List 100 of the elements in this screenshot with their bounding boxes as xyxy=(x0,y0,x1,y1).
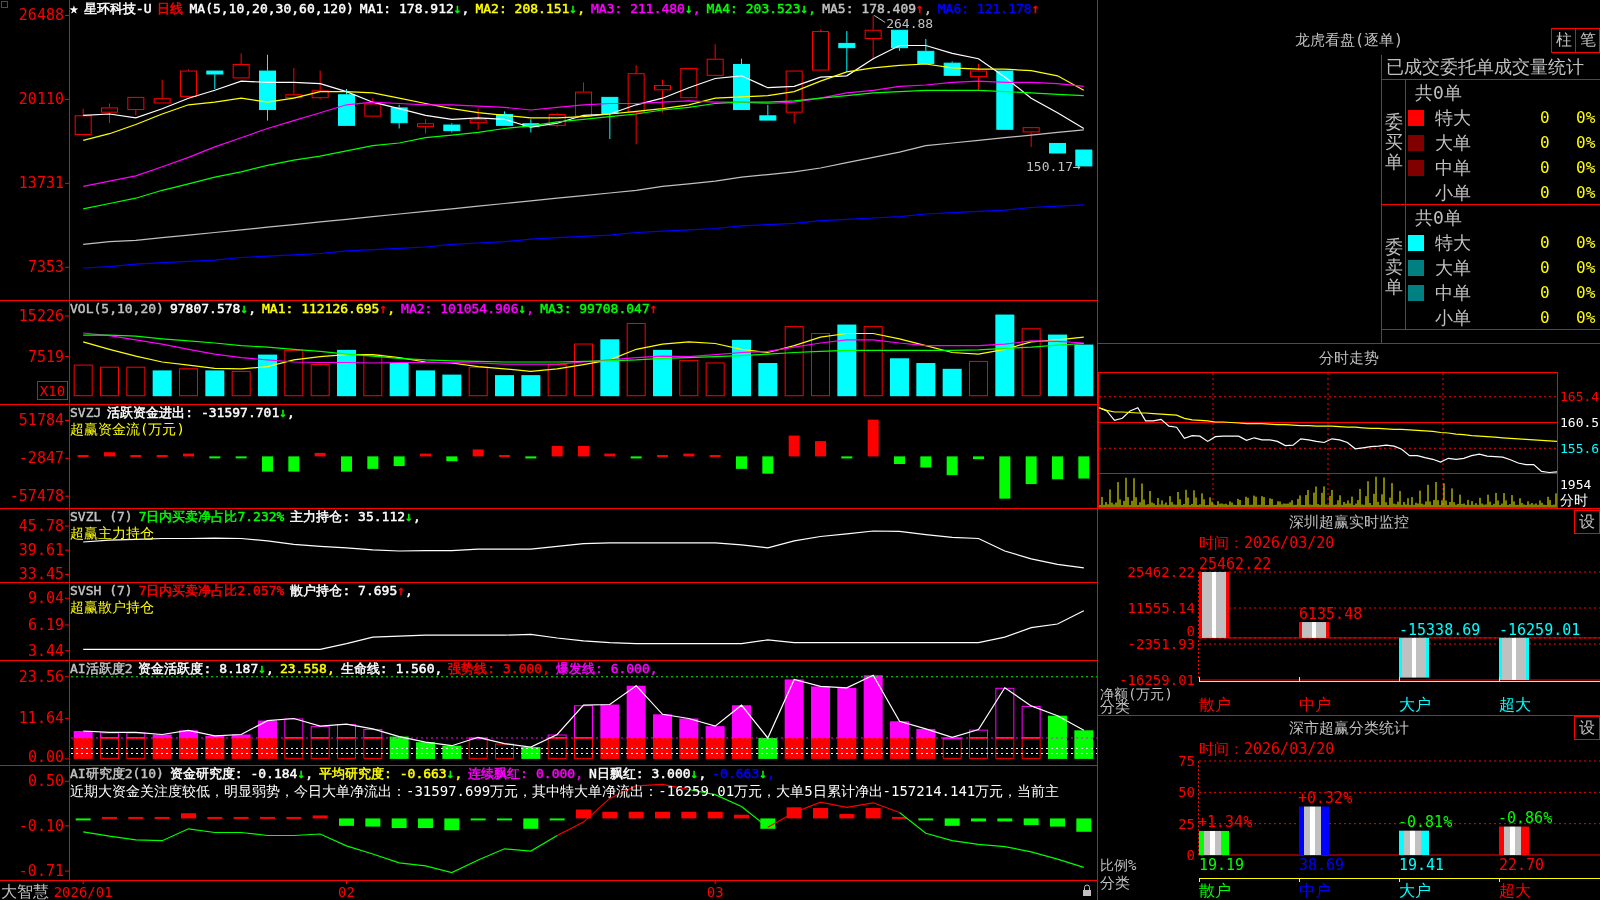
legend-separator: , xyxy=(698,766,707,782)
date-label: 03 xyxy=(706,884,724,900)
order-count: 0 xyxy=(1540,108,1550,127)
panel-title: 深圳超赢实时监控 xyxy=(1289,512,1409,533)
change-label: +1.34% xyxy=(1198,812,1253,831)
y-axis-label: 155.6 xyxy=(1560,440,1600,456)
legend-separator: , xyxy=(808,1,817,17)
legend-label: 活跃资金进出: -31597.701 xyxy=(107,405,280,421)
order-size-label: 特大 xyxy=(1434,105,1471,130)
category-label: 散户 xyxy=(1199,694,1231,714)
legend-label: 23.558, xyxy=(279,661,335,677)
category-label: 大户 xyxy=(1399,694,1431,714)
y-axis-label: -16259.01 xyxy=(1119,672,1195,688)
order-percent: 0% xyxy=(1576,308,1596,327)
y-axis-label: 15226 xyxy=(18,307,64,325)
legend-label: MA1: 178.912 xyxy=(359,1,454,17)
y-axis-label: 20110 xyxy=(18,90,64,109)
order-percent: 0% xyxy=(1576,158,1596,177)
legend-separator: , xyxy=(387,301,396,317)
date-label: 02 xyxy=(338,884,355,900)
data-label: -16259.01 xyxy=(1499,620,1581,639)
order-size-label: 小单 xyxy=(1434,305,1471,330)
y-axis-label: 45.78 xyxy=(18,517,64,535)
trend-arrow: ↓ xyxy=(446,766,455,782)
order-size-label: 中单 xyxy=(1434,155,1471,180)
legend-label: 资金研究度: -0.184 xyxy=(169,766,298,782)
group-label: 委买单 xyxy=(1384,112,1403,172)
trend-arrow: ↓ xyxy=(240,301,249,317)
trend-arrow: ↓ xyxy=(297,766,306,782)
trend-arrow: ↑ xyxy=(397,583,406,599)
category-label: 大户 xyxy=(1399,880,1431,900)
legend-label: MA5: 178.409 xyxy=(822,1,917,17)
high-price-label: 264.88 xyxy=(886,15,934,31)
order-total: 共0单 xyxy=(1415,205,1462,230)
order-count: 0 xyxy=(1540,133,1550,152)
trend-arrow: ↑ xyxy=(916,1,924,17)
panel-title: 深市超赢分类统计 xyxy=(1289,718,1409,739)
legend-label: 星环科技-U xyxy=(83,1,152,17)
legend-label: 7日内买卖净占比7.232% xyxy=(138,509,285,525)
order-total: 共0单 xyxy=(1415,80,1462,105)
order-percent: 0% xyxy=(1576,133,1596,152)
order-percent: 0% xyxy=(1576,108,1596,127)
legend-separator: , xyxy=(248,301,257,317)
legend-label: MA(5,10,20,30,60,120) xyxy=(189,1,354,17)
indicator-subtitle: 超赢主力持仓 xyxy=(70,525,154,541)
data-label: -15338.69 xyxy=(1399,620,1481,639)
y-axis-label: 0.00 xyxy=(27,748,64,765)
legend-separator: , xyxy=(412,509,421,525)
y-axis-label: 26488 xyxy=(18,6,64,25)
order-size-label: 中单 xyxy=(1434,280,1471,305)
legend-label: 7日内买卖净占比2.057% xyxy=(138,583,285,599)
value-label: 19.41 xyxy=(1399,856,1445,874)
legend-label: 连续飘红: 0.000, xyxy=(468,766,583,782)
order-count: 0 xyxy=(1540,233,1550,252)
legend-label: SVZJ xyxy=(70,405,102,421)
data-label: 25462.22 xyxy=(1199,555,1272,573)
legend-label: 散户持仓: 7.695 xyxy=(290,583,398,599)
order-count: 0 xyxy=(1540,308,1550,327)
table-title: 已成交委托单成交量统计 xyxy=(1386,56,1584,78)
legend-separator: , xyxy=(692,1,701,17)
legend-separator: , xyxy=(266,661,274,677)
time-label: 时间：2026/03/20 xyxy=(1199,535,1335,552)
order-count: 0 xyxy=(1540,283,1550,302)
axis-title: 净额(万元) xyxy=(1100,686,1173,702)
trend-arrow: ↓ xyxy=(405,509,413,525)
order-count: 0 xyxy=(1540,158,1550,177)
legend-label: MA1: 112126.695 xyxy=(262,301,380,317)
low-price-label: 150.17→ xyxy=(1026,158,1081,174)
order-percent: 0% xyxy=(1576,233,1596,252)
axis-title: 比例% xyxy=(1100,857,1137,873)
axis-title: 分时 xyxy=(1560,492,1588,508)
y-axis-label: 3.44 xyxy=(27,641,64,660)
category-label: 中户 xyxy=(1299,694,1331,714)
y-axis-label: -2847 xyxy=(18,449,64,468)
y-axis-label: 33.45 xyxy=(18,565,64,582)
trend-arrow: ↓ xyxy=(453,1,462,17)
date-label: 2026/01 xyxy=(53,884,113,900)
order-percent: 0% xyxy=(1576,283,1596,302)
y-axis-label: 75 xyxy=(1178,753,1195,769)
y-axis-label: -0.71 xyxy=(18,862,64,881)
axis-title: 分类 xyxy=(1100,874,1130,892)
indicator-subtitle: 超赢资金流(万元) xyxy=(70,421,185,437)
y-axis-label: 11.64 xyxy=(18,709,64,728)
panel-title: 龙虎看盘(逐单) xyxy=(1294,30,1404,51)
trend-arrow: ↓ xyxy=(518,301,527,317)
y-axis-label: 11555.14 xyxy=(1127,600,1195,616)
brand-label: 大智慧 xyxy=(1,881,49,900)
legend-label: SVZL (7) xyxy=(70,509,133,525)
y-axis-label: 7519 xyxy=(27,347,64,366)
order-size-label: 大单 xyxy=(1434,130,1471,155)
legend-separator: , xyxy=(577,1,585,17)
y-axis-label: 25462.22 xyxy=(1127,564,1195,580)
y-axis-label: 7353 xyxy=(27,258,64,277)
y-axis-label: 160.5 xyxy=(1560,415,1600,430)
legend-label: ★ xyxy=(70,1,78,17)
order-count: 0 xyxy=(1540,258,1550,277)
y-axis-label: -57478 xyxy=(9,487,64,506)
legend-label: MA3: 99708.047 xyxy=(540,301,650,317)
category-label: 超大 xyxy=(1499,880,1531,900)
change-label: -0.86% xyxy=(1498,808,1553,827)
